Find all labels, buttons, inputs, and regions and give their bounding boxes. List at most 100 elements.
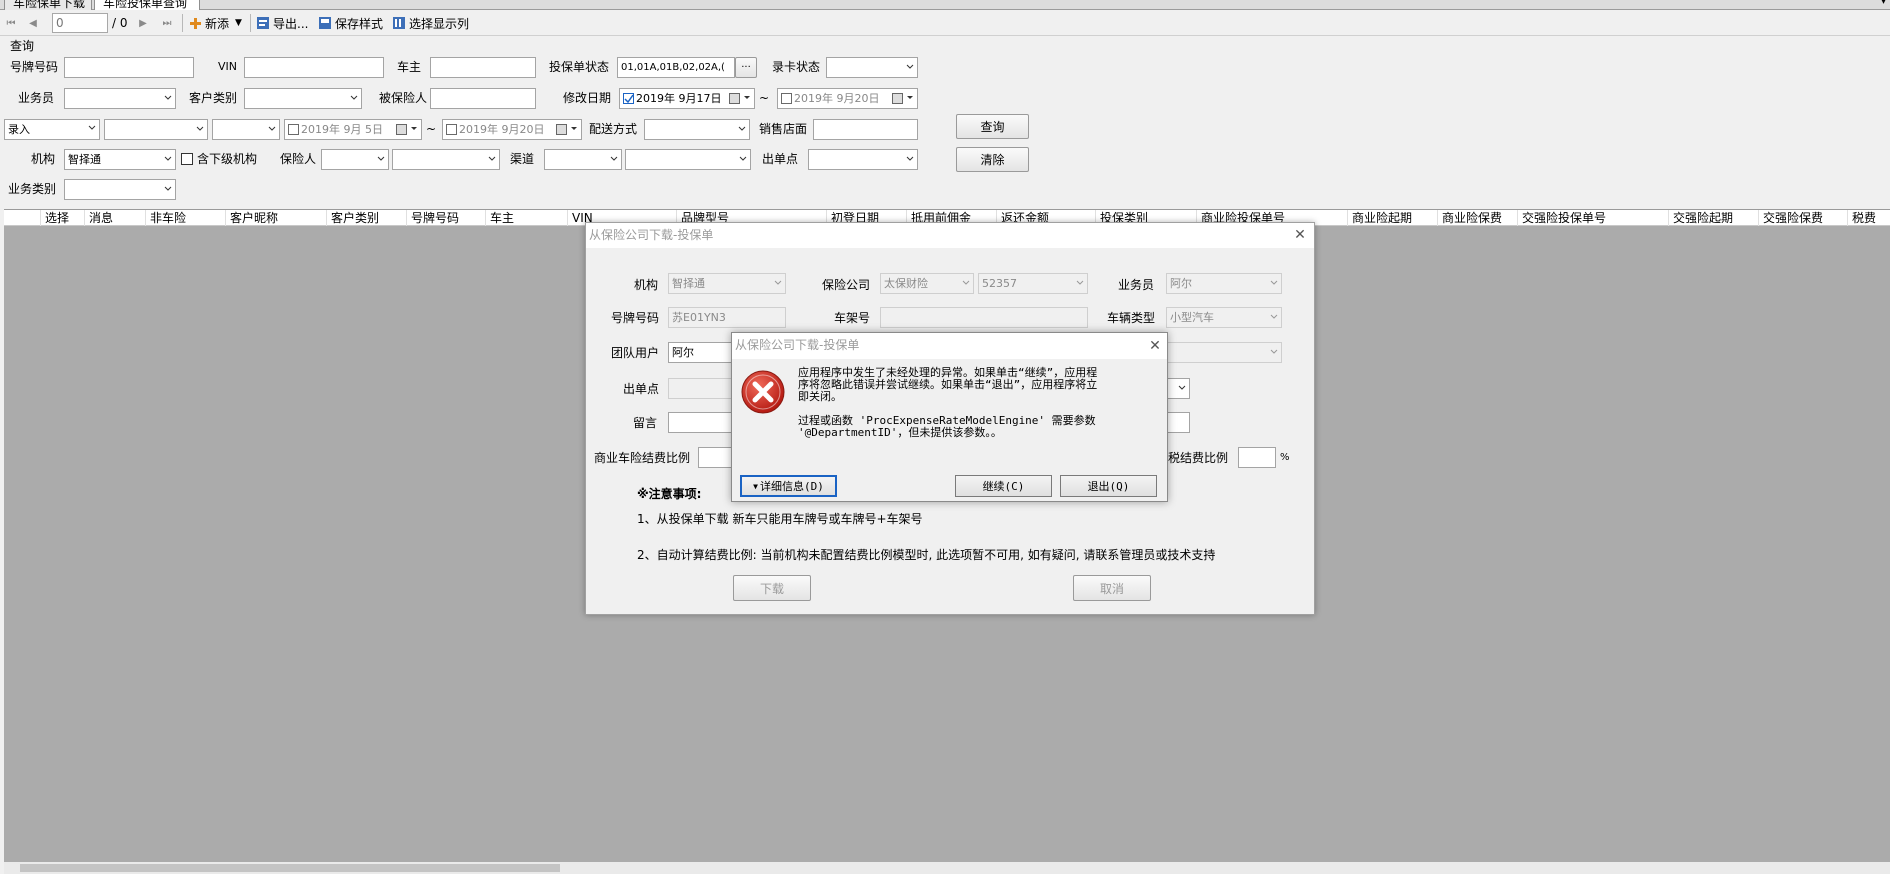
cancel-button[interactable]: 取消 [1073,575,1151,601]
dlg-salesman-label: 业务员 [1118,278,1155,292]
dlg-outlet-label: 出单点 [623,382,660,396]
page-number-input[interactable] [52,13,108,33]
tab-proposal-query[interactable]: 车险投保单查询 [94,0,200,10]
modify-date-to[interactable]: 2019年 9月20日 [777,88,918,109]
chevron-down-icon [906,156,914,161]
last-page-icon[interactable]: ⏭ [160,12,174,34]
column-header[interactable]: 号牌号码 [406,210,459,226]
toolbar-separator [250,14,251,32]
chevron-down-icon[interactable] [743,92,751,104]
quit-button[interactable]: 退出(Q) [1060,475,1157,497]
dlg-insurer-code-select[interactable]: 52357 [978,273,1088,294]
dlg-org-select[interactable]: 智择通 [668,273,786,294]
insurer-select[interactable] [321,149,389,170]
query-button[interactable]: 查询 [956,114,1029,139]
dlg-remark-label: 留言 [633,416,658,430]
outlet-select[interactable] [808,149,918,170]
vin-input[interactable] [244,57,384,78]
entry-date-from[interactable]: 2019年 9月 5日 [284,119,422,140]
status-picker-button[interactable]: ··· [735,57,757,78]
insurer-code-select[interactable] [392,149,500,170]
continue-button[interactable]: 继续(C) [955,475,1052,497]
date-enable-checkbox[interactable] [446,124,457,135]
column-header[interactable]: 交强险起期 [1668,210,1733,226]
chevron-down-icon [268,126,276,131]
dlg-vehicle-type-select[interactable]: 小型汽车 [1166,307,1282,328]
chevron-down-icon [88,125,96,130]
delivery-label: 配送方式 [589,122,638,136]
dlg-hidden-select[interactable] [1166,342,1282,363]
chevron-down-icon[interactable] [410,123,418,135]
prev-page-icon[interactable]: ◀ [26,12,40,34]
close-icon[interactable]: ✕ [1292,227,1308,243]
horizontal-scrollbar[interactable] [4,862,1890,874]
modify-date-to-value: 2019年 9月20日 [794,92,880,105]
delivery-select[interactable] [644,119,750,140]
download-button[interactable]: 下载 [733,575,811,601]
column-header[interactable]: 消息 [84,210,113,226]
column-header[interactable]: 交强险投保单号 [1517,210,1606,226]
modify-date-from[interactable]: 2019年 9月17日 [619,88,755,109]
dlg-right-select[interactable] [1166,378,1190,399]
first-page-icon[interactable]: ⏮ [4,12,18,34]
store-input[interactable] [813,119,918,140]
clear-button[interactable]: 清除 [956,147,1029,172]
channel-detail-select[interactable] [625,149,751,170]
dlg-insurer-code-value: 52357 [982,277,1017,290]
insured-input[interactable] [430,88,536,109]
chevron-down-icon [962,280,970,285]
column-header[interactable]: 车主 [485,210,514,226]
export-button[interactable]: 导出... [256,12,308,34]
entry-select[interactable]: 录入 [4,119,100,140]
chevron-down-icon[interactable]: ▾ [1881,0,1886,7]
entry-operator-select[interactable] [212,119,280,140]
chevron-down-icon[interactable] [570,123,578,135]
close-icon[interactable]: ✕ [1147,338,1163,354]
column-header[interactable]: 商业险起期 [1347,210,1412,226]
chevron-down-icon[interactable]: ▼ [235,18,242,28]
select-columns-button[interactable]: 选择显示列 [392,12,469,34]
dlg-insurer-select[interactable]: 太保财险 [880,273,974,294]
channel-select[interactable] [544,149,622,170]
scrollbar-thumb[interactable] [20,864,560,872]
status-input[interactable]: 01,01A,01B,02,02A,( [617,57,735,78]
plate-label: 号牌号码 [10,60,59,74]
sub-org-label: 含下级机构 [197,152,258,166]
columns-icon [393,17,405,29]
add-button[interactable]: 新添 ▼ [189,12,242,34]
biz-type-select[interactable] [64,179,176,200]
entry-date-from-value: 2019年 9月 5日 [301,123,383,136]
owner-input[interactable] [430,57,536,78]
column-header[interactable]: 客户昵称 [225,210,278,226]
column-header[interactable]: 商业险保费 [1437,210,1502,226]
save-style-button[interactable]: 保存样式 [318,12,383,34]
modify-date-label: 修改日期 [563,91,612,105]
org-select[interactable]: 智择通 [64,149,176,170]
plate-input[interactable] [64,57,194,78]
dlg-remark-right-input[interactable] [1166,412,1190,433]
salesman-select[interactable] [64,88,176,109]
entry-field-select[interactable] [104,119,208,140]
column-header[interactable]: 客户类别 [326,210,379,226]
dlg-frame-input[interactable] [880,307,1088,328]
error-message-line-2: 序将忽略此错误并尝试继续。如果单击“退出”，应用程序将立 [798,378,1098,391]
dlg-plate-input[interactable]: 苏E01YN3 [668,307,786,328]
next-page-icon[interactable]: ▶ [136,12,150,34]
card-status-select[interactable] [826,57,918,78]
customer-type-select[interactable] [244,88,362,109]
column-header[interactable]: 选择 [40,210,69,226]
dlg-salesman-select[interactable]: 阿尔 [1166,273,1282,294]
date-enable-checkbox[interactable] [781,93,792,104]
dlg-tax-ratio-input[interactable] [1238,447,1276,468]
dlg-vehicle-type-label: 车辆类型 [1107,311,1156,325]
entry-date-to[interactable]: 2019年 9月20日 [442,119,582,140]
sub-org-checkbox[interactable] [181,153,193,165]
tab-policy-download[interactable]: 车险保单下载 [4,0,92,10]
column-header[interactable]: 交强险保费 [1758,210,1823,226]
details-button[interactable]: ▼ 详细信息(D) [740,475,837,497]
chevron-down-icon[interactable] [906,92,914,104]
column-header[interactable]: 税费 [1847,210,1876,226]
add-button-label: 新添 [205,16,230,31]
column-header[interactable]: 非车险 [145,210,186,226]
date-enable-checkbox[interactable] [288,124,299,135]
